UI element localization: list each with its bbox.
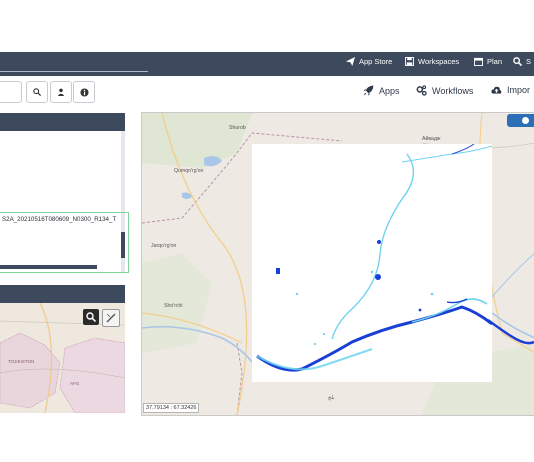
water-mask-graphic	[252, 143, 493, 382]
preview-panel-header	[0, 285, 125, 303]
user-button[interactable]	[50, 81, 72, 103]
apps-label: Apps	[379, 85, 400, 96]
plan-link[interactable]: Plan	[474, 57, 502, 66]
search-icon	[513, 57, 522, 66]
save-icon	[405, 57, 414, 66]
tab-underline	[0, 71, 148, 72]
layer-toggle[interactable]	[507, 114, 534, 127]
cursor-coordinates: 37.79134 : 67.32426	[143, 403, 200, 413]
preview-map[interactable]: TOJIKISTON AFG	[0, 303, 125, 413]
app-store-label: App Store	[359, 57, 393, 66]
secondary-toolbar: Apps Workflows Impor	[0, 80, 534, 104]
search-icon	[33, 88, 41, 96]
rocket-icon	[363, 85, 374, 96]
magnifier-icon	[86, 312, 96, 322]
place-label: Jarqo'rg'on	[151, 243, 177, 249]
search-label: S	[526, 57, 532, 66]
images-panel-header	[0, 113, 125, 131]
search-input[interactable]	[0, 81, 22, 103]
cloud-upload-icon	[491, 86, 502, 94]
info-icon	[79, 87, 89, 97]
search-button[interactable]	[26, 81, 48, 103]
calendar-icon	[474, 57, 483, 66]
svg-text:TOJIKISTON: TOJIKISTON	[8, 359, 34, 364]
river-segment	[488, 319, 534, 345]
import-link[interactable]: Impor	[491, 85, 530, 95]
info-button[interactable]	[73, 81, 95, 103]
import-label: Impor	[507, 85, 531, 95]
user-icon	[57, 88, 65, 96]
paper-plane-icon	[346, 57, 355, 66]
workspaces-label: Workspaces	[418, 57, 460, 66]
place-label: Sho'rchi	[164, 303, 183, 309]
place-label: بلخ	[328, 395, 335, 401]
draw-button[interactable]	[102, 309, 120, 327]
water-detection-overlay	[252, 143, 493, 382]
top-navigation-bar: App Store Workspaces Plan S	[0, 52, 534, 76]
app-store-link[interactable]: App Store	[346, 57, 392, 66]
horizontal-scrollbar[interactable]	[0, 265, 97, 269]
pencil-icon	[106, 313, 116, 323]
workspaces-link[interactable]: Workspaces	[405, 57, 459, 66]
place-label: Shurob	[229, 125, 246, 131]
toggle-knob	[522, 117, 529, 124]
zoom-button[interactable]	[83, 309, 99, 325]
apps-link[interactable]: Apps	[363, 85, 400, 96]
image-item-name: S2A_20210516T080609_N0300_R134_T	[2, 216, 117, 223]
workflows-label: Workflows	[432, 85, 474, 96]
place-label: Qumqo'rg'on	[174, 168, 204, 174]
place-label: Айвадж	[422, 136, 441, 142]
plan-label: Plan	[487, 57, 503, 66]
workflows-link[interactable]: Workflows	[416, 85, 473, 96]
svg-text:AFG: AFG	[70, 381, 80, 386]
search-link[interactable]: S	[513, 57, 531, 66]
cogs-icon	[416, 85, 427, 96]
